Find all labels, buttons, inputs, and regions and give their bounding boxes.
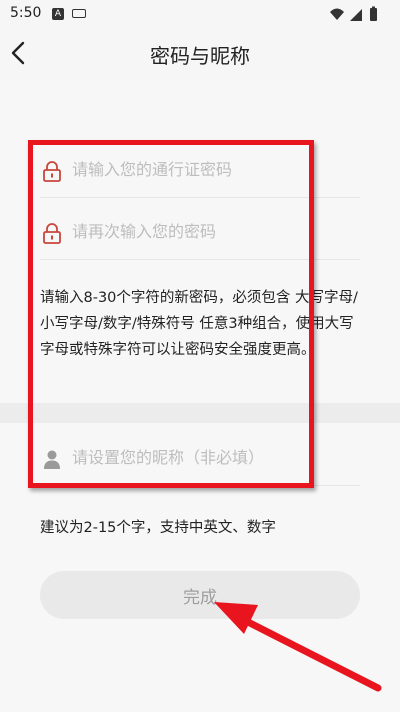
annotation-arrow-icon — [214, 602, 382, 692]
